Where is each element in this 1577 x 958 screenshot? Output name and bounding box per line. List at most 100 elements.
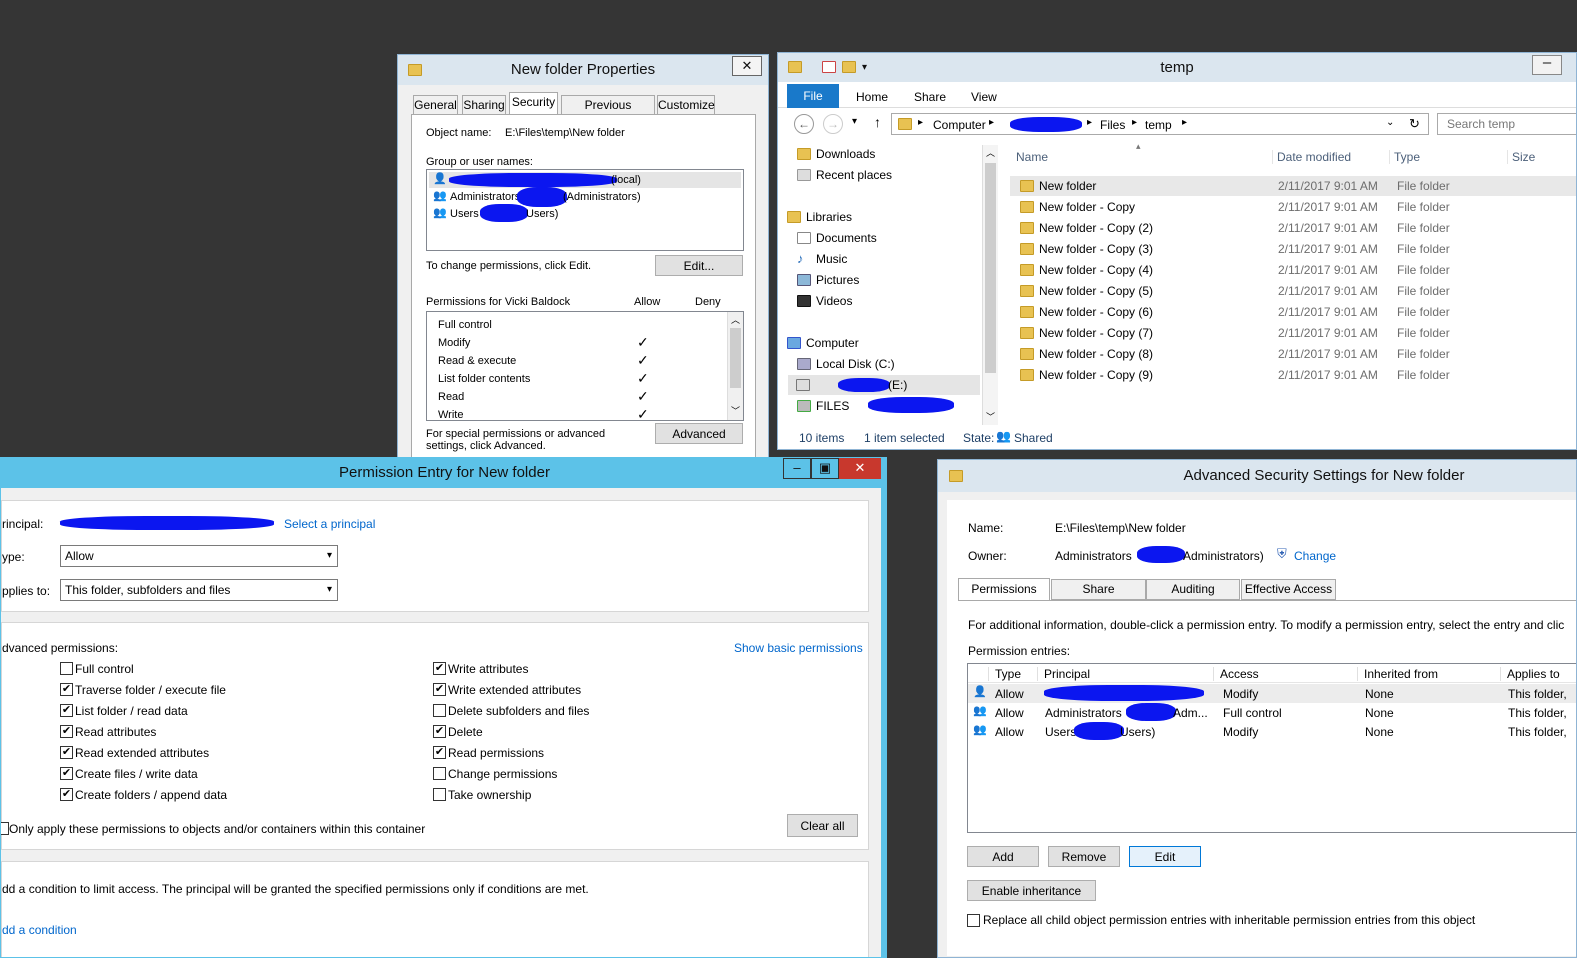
nav-item-local-disk[interactable]: Local Disk (C:) [797, 357, 895, 371]
col-principal[interactable]: Principal [1037, 667, 1090, 681]
search-input[interactable]: Search temp [1437, 113, 1576, 135]
list-item[interactable]: New folder - Copy (3) 2/11/2017 9:01 AM Fi… [1010, 239, 1576, 259]
col-name[interactable]: Name [1016, 150, 1048, 164]
list-item[interactable]: New folder - Copy (7) 2/11/2017 9:01 AM Fi… [1010, 323, 1576, 343]
edit-button[interactable]: Edit... [655, 255, 743, 276]
nav-item-computer[interactable]: Computer [787, 336, 859, 350]
list-item[interactable]: New folder - Copy (8) 2/11/2017 9:01 AM Fi… [1010, 344, 1576, 364]
list-item[interactable]: New folder - Copy (2) 2/11/2017 9:01 AM Fi… [1010, 218, 1576, 238]
permission-checkbox[interactable]: ✔ [60, 767, 73, 780]
clear-all-button[interactable]: Clear all [787, 814, 858, 837]
permissions-list[interactable]: Full control Modify Read & execute List … [426, 311, 744, 422]
chevron-down-icon[interactable]: ▾ [852, 116, 857, 127]
breadcrumb[interactable]: ▸ Computer ▸ ▸ Files ▸ temp ▸ ⌄ ↻ [891, 113, 1429, 135]
show-basic-link[interactable]: Show basic permissions [734, 641, 863, 655]
entries-table[interactable]: Type Principal Access Inherited from App… [967, 663, 1576, 833]
table-row[interactable]: 👥 Allow Administrators Adm... Full contr… [968, 703, 1576, 722]
nav-item-e-drive[interactable]: (E:) [788, 375, 980, 395]
permission-checkbox[interactable]: ✔ [433, 725, 446, 738]
permission-checkbox[interactable]: ✔ [60, 683, 73, 696]
scroll-thumb[interactable] [730, 328, 741, 388]
chevron-up-icon[interactable]: ︿ [731, 313, 740, 326]
close-button[interactable]: ✕ [839, 458, 881, 479]
nav-item-documents[interactable]: Documents [797, 231, 877, 245]
back-icon[interactable]: ← [794, 114, 814, 134]
ribbon-tab-view[interactable]: View [971, 90, 997, 104]
chevron-up-icon[interactable]: ︿ [986, 146, 995, 159]
tab-share[interactable]: Share [1051, 579, 1146, 600]
tab-general[interactable]: General [413, 95, 458, 115]
nav-item-downloads[interactable]: Downloads [797, 147, 875, 161]
tab-sharing[interactable]: Sharing [462, 95, 506, 115]
maximize-button[interactable]: ▣ [811, 458, 839, 479]
type-select[interactable]: Allow ▾ [60, 545, 338, 567]
minimize-button[interactable]: – [783, 458, 811, 479]
replace-checkbox[interactable] [967, 914, 980, 927]
permission-checkbox[interactable] [60, 662, 73, 675]
crumb-files[interactable]: Files [1100, 118, 1125, 132]
ribbon-tab-file[interactable]: File [787, 84, 839, 108]
permission-checkbox[interactable] [433, 767, 446, 780]
advanced-button[interactable]: Advanced [655, 423, 743, 444]
col-type[interactable]: Type [1389, 150, 1420, 164]
permission-checkbox[interactable]: ✔ [60, 746, 73, 759]
add-condition-link[interactable]: dd a condition [2, 923, 77, 937]
crumb-temp[interactable]: temp [1145, 118, 1172, 132]
table-row[interactable]: 👥 Allow Users Users) Modify None This fo… [968, 722, 1576, 741]
tab-security[interactable]: Security [509, 92, 558, 115]
refresh-icon[interactable]: ↻ [1409, 116, 1420, 132]
permission-checkbox[interactable] [433, 788, 446, 801]
col-date[interactable]: Date modified [1272, 150, 1351, 164]
tab-permissions[interactable]: Permissions [958, 578, 1050, 601]
col-applies[interactable]: Applies to [1500, 667, 1560, 681]
enable-inheritance-button[interactable]: Enable inheritance [967, 880, 1096, 901]
chevron-down-icon[interactable]: ﹀ [986, 410, 995, 423]
chevron-down-icon[interactable]: ▾ [862, 53, 867, 82]
list-item[interactable]: New folder - Copy (9) 2/11/2017 9:01 AM Fi… [1010, 365, 1576, 385]
nav-scrollbar[interactable]: ︿ ﹀ [982, 145, 998, 425]
permission-checkbox[interactable]: ✔ [433, 746, 446, 759]
nav-item-music[interactable]: ♪ Music [797, 251, 847, 266]
change-owner-link[interactable]: Change [1294, 549, 1336, 563]
folder-icon[interactable] [822, 61, 836, 73]
tab-auditing[interactable]: Auditing [1146, 579, 1240, 600]
col-access[interactable]: Access [1213, 667, 1259, 681]
edit-button[interactable]: Edit [1129, 846, 1201, 867]
select-principal-link[interactable]: Select a principal [284, 517, 375, 531]
permission-checkbox[interactable] [433, 704, 446, 717]
permission-checkbox[interactable]: ✔ [433, 683, 446, 696]
close-button[interactable]: ✕ [732, 56, 762, 76]
list-item[interactable]: New folder - Copy 2/11/2017 9:01 AM File f… [1010, 197, 1576, 217]
tab-customize[interactable]: Customize [657, 95, 715, 115]
chevron-down-icon[interactable]: ⌄ [1386, 117, 1394, 128]
applies-select[interactable]: This folder, subfolders and files ▾ [60, 579, 338, 601]
ribbon-tab-home[interactable]: Home [856, 90, 888, 104]
perm-scrollbar[interactable]: ︿ ﹀ [727, 312, 743, 420]
tab-effective-access[interactable]: Effective Access [1241, 579, 1336, 600]
list-item[interactable]: New folder - Copy (5) 2/11/2017 9:01 AM Fi… [1010, 281, 1576, 301]
only-apply-checkbox[interactable] [1, 822, 9, 835]
nav-item-pictures[interactable]: Pictures [797, 273, 859, 287]
chevron-down-icon[interactable]: ﹀ [731, 404, 740, 417]
list-item[interactable]: New folder - Copy (4) 2/11/2017 9:01 AM Fi… [1010, 260, 1576, 280]
permission-checkbox[interactable]: ✔ [60, 788, 73, 801]
list-item[interactable]: New folder 2/11/2017 9:01 AM File folder [1010, 176, 1576, 196]
col-inherited[interactable]: Inherited from [1357, 667, 1438, 681]
list-item[interactable]: New folder - Copy (6) 2/11/2017 9:01 AM Fi… [1010, 302, 1576, 322]
nav-item-libraries[interactable]: Libraries [787, 210, 852, 224]
user-list[interactable]: 👤 (local) 👥 Administrators (Administrato… [426, 169, 744, 251]
nav-item-videos[interactable]: Videos [797, 294, 852, 308]
add-button[interactable]: Add [967, 846, 1039, 867]
up-arrow-icon[interactable]: ↑ [874, 114, 881, 130]
scroll-thumb[interactable] [985, 163, 996, 373]
folder-icon[interactable] [842, 61, 856, 73]
nav-item-files[interactable]: FILES [797, 399, 849, 413]
permission-checkbox[interactable]: ✔ [433, 662, 446, 675]
col-size[interactable]: Size [1507, 150, 1535, 164]
nav-item-recent[interactable]: Recent places [797, 168, 892, 182]
crumb-computer[interactable]: Computer [933, 118, 986, 132]
remove-button[interactable]: Remove [1048, 846, 1120, 867]
permission-checkbox[interactable]: ✔ [60, 725, 73, 738]
minimize-button[interactable]: – [1532, 55, 1562, 75]
ribbon-tab-share[interactable]: Share [914, 90, 946, 104]
